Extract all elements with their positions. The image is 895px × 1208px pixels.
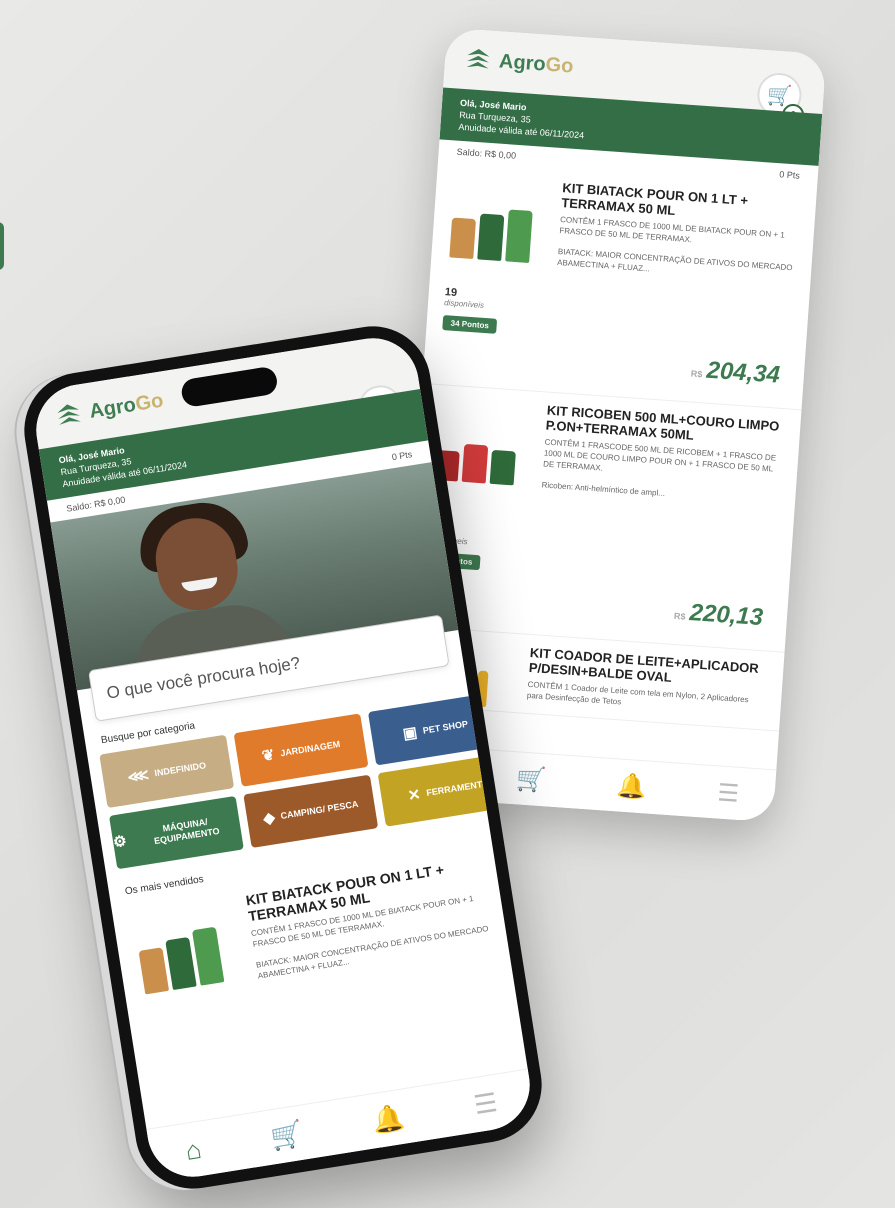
tractor-icon: ⚙ bbox=[111, 832, 128, 852]
leaf-logo-icon bbox=[466, 48, 490, 69]
logo-text: AgroGo bbox=[498, 49, 575, 78]
fish-icon: ◆ bbox=[261, 808, 277, 828]
background-accent-tab bbox=[0, 222, 4, 270]
cart-icon[interactable]: 🛒 bbox=[515, 764, 547, 795]
product-card[interactable]: KIT BIATACK POUR ON 1 LT + TERRAMAX 50 M… bbox=[422, 161, 818, 411]
agrogo-logo: AgroGo bbox=[54, 388, 165, 431]
product-price: R$ 220,13 bbox=[673, 599, 764, 632]
sprout-icon: ❦ bbox=[260, 745, 276, 765]
menu-icon[interactable]: ☰ bbox=[717, 778, 740, 808]
product-image bbox=[433, 425, 528, 486]
bottom-tab-bar: ⌂ 🛒 🔔 ☰ bbox=[146, 1068, 537, 1184]
points-text: 0 Pts bbox=[391, 449, 413, 463]
logo-text: AgroGo bbox=[87, 388, 165, 423]
cart-icon[interactable]: 🛒 bbox=[268, 1117, 305, 1153]
bell-icon[interactable]: 🔔 bbox=[616, 771, 648, 802]
pet-icon: ▣ bbox=[401, 723, 419, 743]
tools-icon: ✕ bbox=[406, 785, 422, 805]
bell-icon[interactable]: 🔔 bbox=[370, 1101, 407, 1137]
balance-text: Saldo: R$ 0,00 bbox=[456, 146, 517, 161]
product-notes: BIATACK: MAIOR CONCENTRAÇÃO DE ATIVOS DO… bbox=[556, 246, 793, 274]
agrogo-logo: AgroGo bbox=[464, 46, 574, 80]
menu-icon[interactable]: ☰ bbox=[472, 1086, 500, 1120]
points-text: 0 Pts bbox=[779, 169, 801, 181]
home-icon[interactable]: ⌂ bbox=[183, 1133, 203, 1166]
product-image bbox=[137, 926, 234, 995]
wheat-icon: ⋘ bbox=[126, 765, 150, 786]
points-badge: 34 Pontos bbox=[442, 315, 498, 334]
product-price: R$ 204,34 bbox=[690, 356, 781, 389]
leaf-logo-icon bbox=[57, 404, 81, 425]
product-image bbox=[449, 203, 543, 264]
